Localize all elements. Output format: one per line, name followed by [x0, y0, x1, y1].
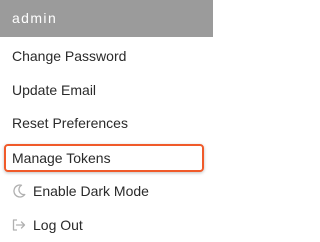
menu-item-enable-dark-mode[interactable]: Enable Dark Mode — [0, 176, 213, 206]
menu-item-label: Change Password — [12, 48, 127, 64]
menu-item-label: Enable Dark Mode — [33, 183, 149, 199]
menu-item-label: Log Out — [33, 217, 83, 233]
menu-item-update-email[interactable]: Update Email — [0, 75, 213, 105]
username-label: admin — [12, 10, 58, 26]
menu-item-log-out[interactable]: Log Out — [0, 210, 213, 240]
menu-item-reset-preferences[interactable]: Reset Preferences — [0, 108, 213, 138]
account-dropdown-menu: admin Change Password Update Email Reset… — [0, 0, 213, 242]
menu-item-change-password[interactable]: Change Password — [0, 41, 213, 71]
menu-header: admin — [0, 0, 213, 37]
moon-icon — [11, 183, 27, 199]
menu-item-label: Reset Preferences — [12, 115, 128, 131]
menu-item-label: Update Email — [12, 82, 97, 98]
logout-icon — [11, 217, 27, 233]
menu-item-label: Manage Tokens — [12, 150, 111, 166]
menu-item-manage-tokens[interactable]: Manage Tokens — [0, 143, 213, 173]
